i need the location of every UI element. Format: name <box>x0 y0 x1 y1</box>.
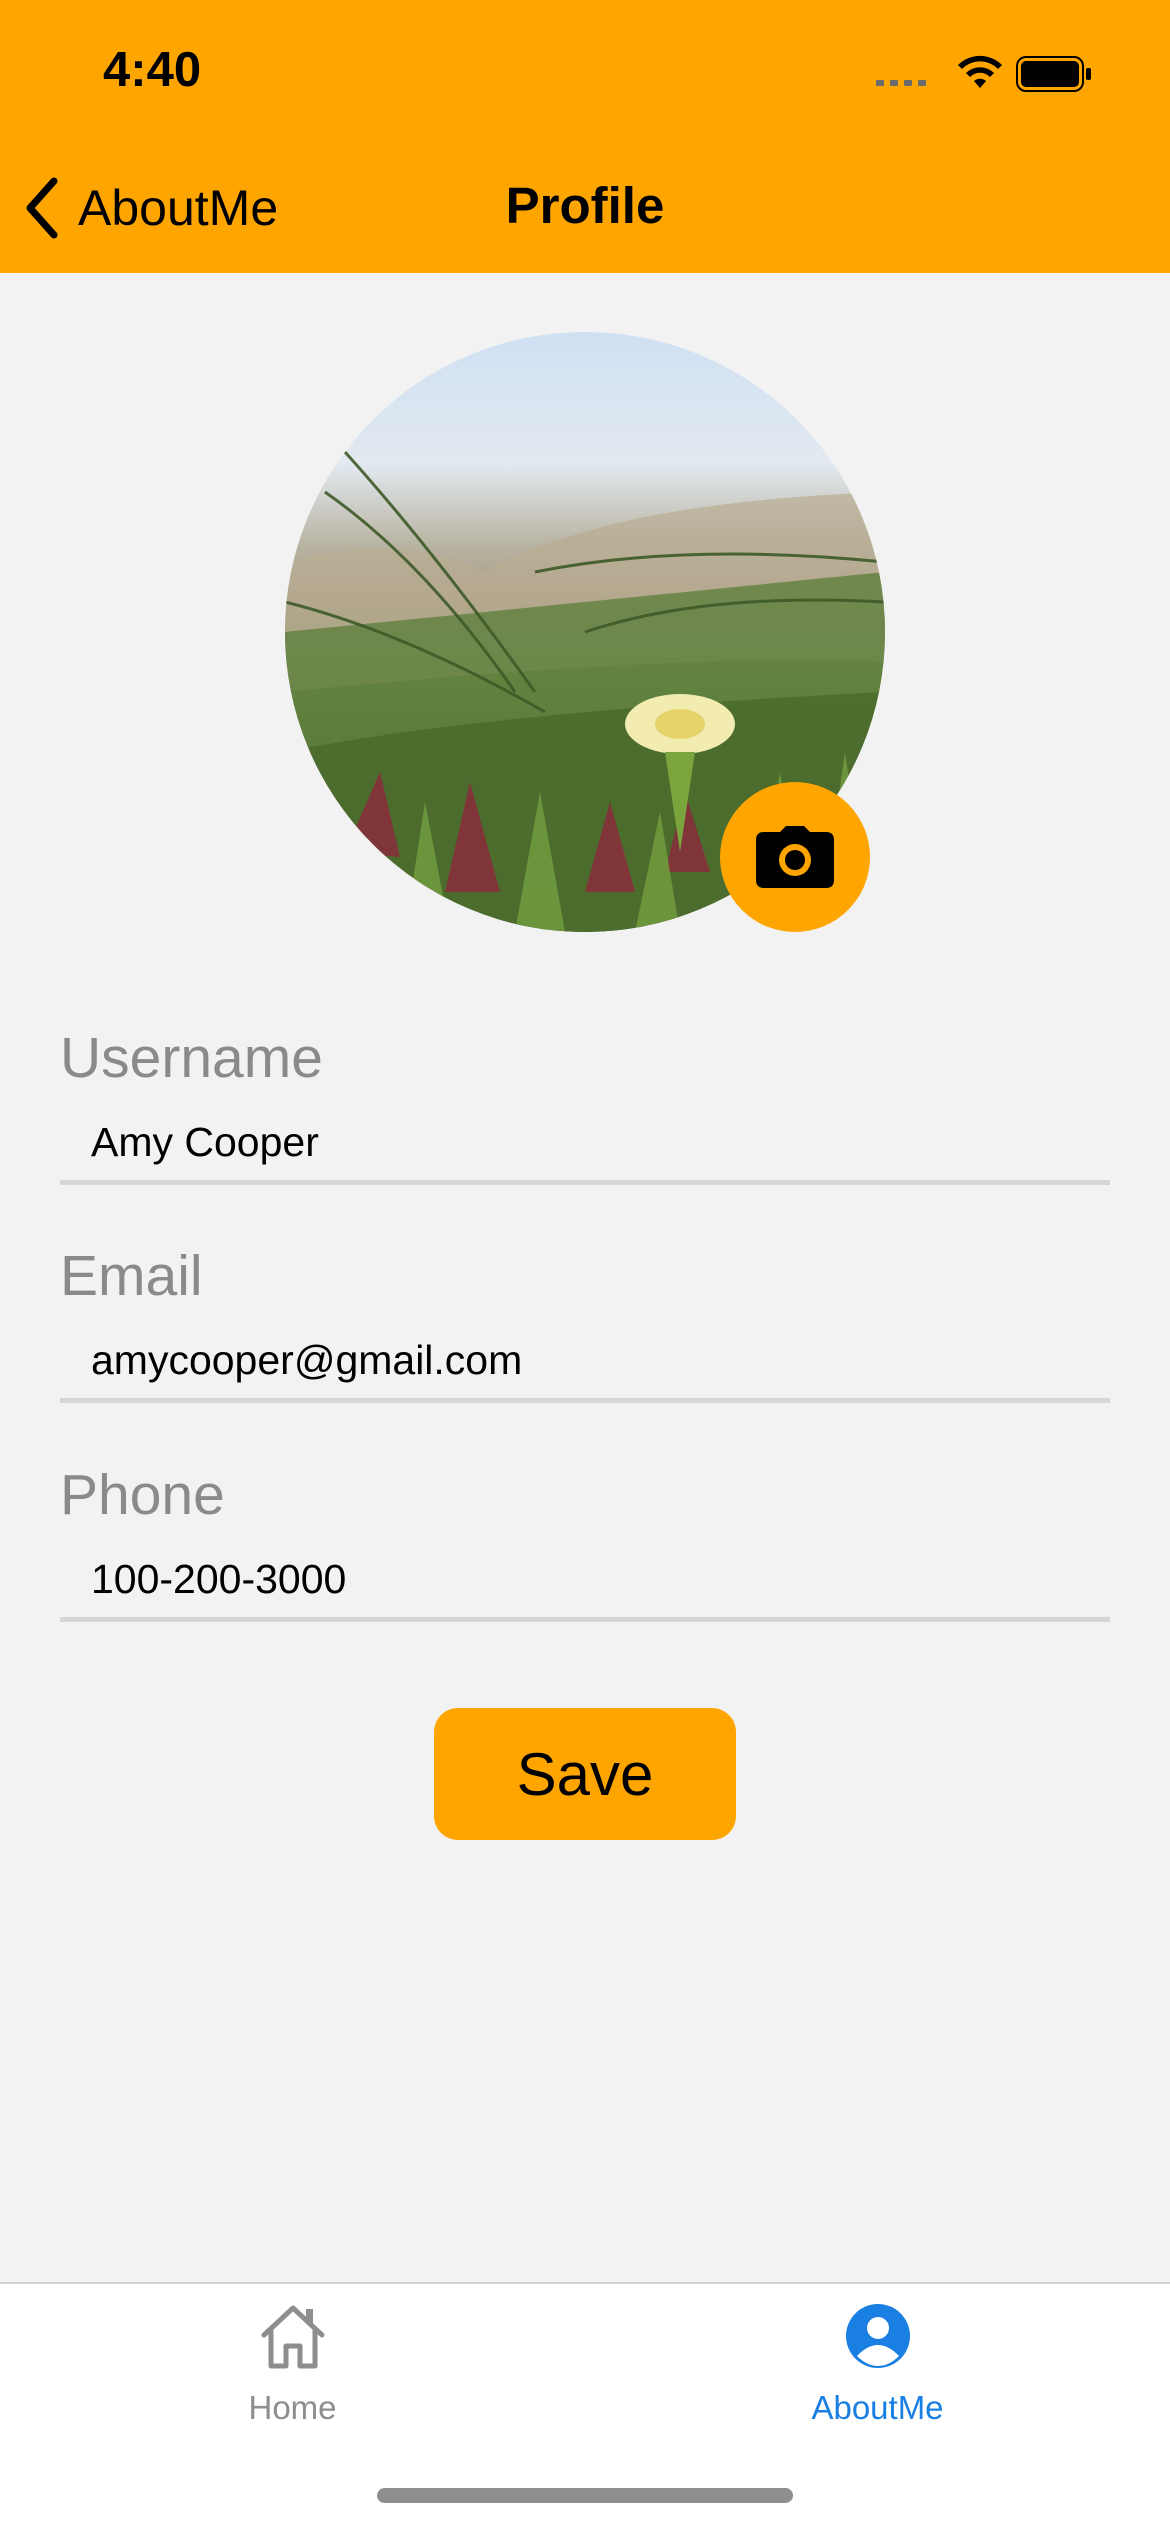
change-photo-button[interactable] <box>720 782 870 932</box>
wifi-icon <box>958 55 1002 88</box>
profile-icon <box>845 2304 910 2368</box>
phone-field-group: Phone <box>60 1462 1110 1622</box>
phone-input[interactable] <box>60 1542 1110 1622</box>
status-time: 4:40 <box>103 43 202 97</box>
username-label: Username <box>60 1026 323 1090</box>
tab-aboutme[interactable]: AboutMe <box>585 2284 1170 2434</box>
tab-aboutme-label: AboutMe <box>811 2389 944 2426</box>
avatar-container <box>285 332 885 932</box>
tab-home[interactable]: Home <box>0 2284 585 2434</box>
camera-icon <box>756 826 834 888</box>
battery-icon <box>1016 56 1091 92</box>
tab-home-label: Home <box>248 2389 337 2426</box>
home-icon <box>261 2305 324 2369</box>
page-title: Profile <box>505 177 665 234</box>
phone-label: Phone <box>60 1463 225 1527</box>
save-button[interactable]: Save <box>434 1708 736 1840</box>
email-label: Email <box>60 1244 203 1308</box>
username-input[interactable] <box>60 1105 1110 1185</box>
home-indicator <box>377 2488 793 2503</box>
email-input[interactable] <box>60 1323 1110 1403</box>
header: 4:40 AboutMe Profile <box>0 0 1170 273</box>
username-field-group: Username <box>60 1025 1110 1185</box>
cellular-signal-icon <box>876 80 926 86</box>
email-field-group: Email <box>60 1243 1110 1403</box>
